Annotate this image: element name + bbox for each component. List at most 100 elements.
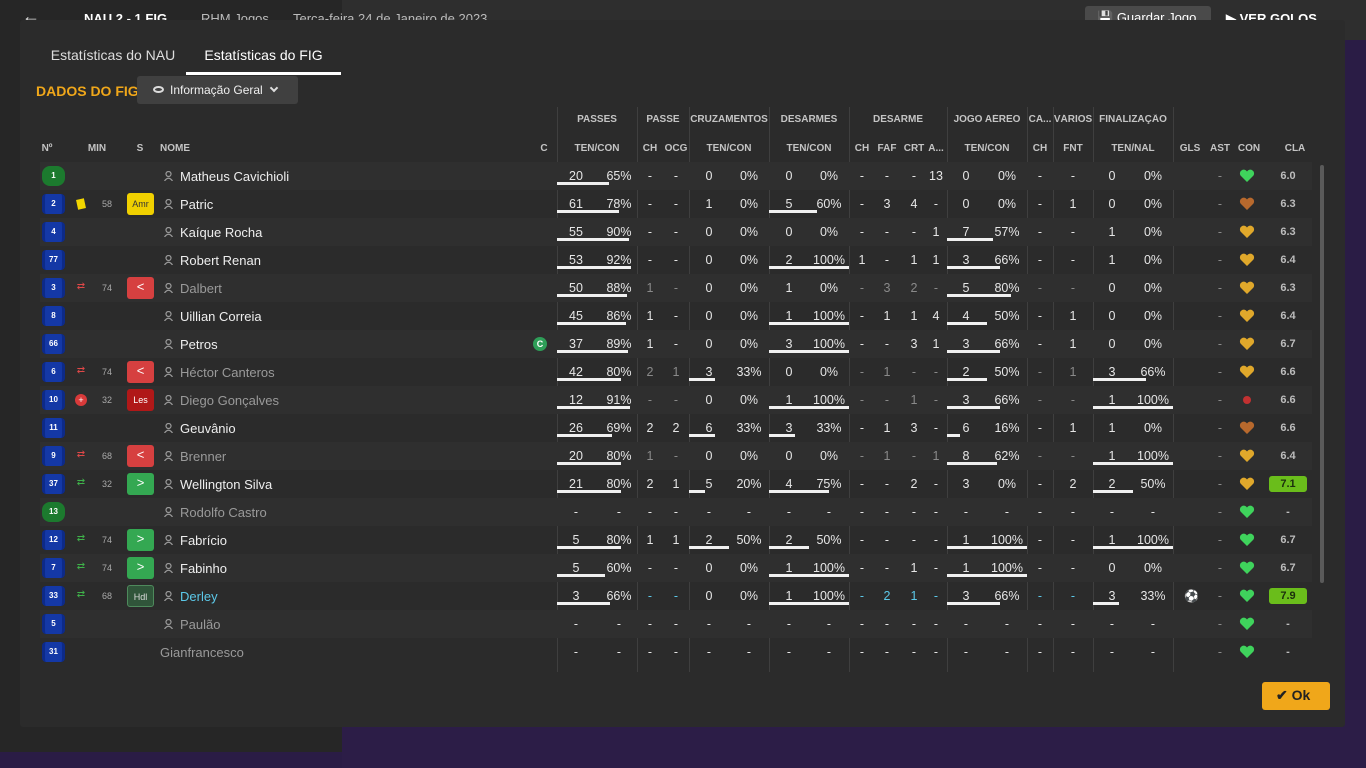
status-badge[interactable]: < [127,277,154,299]
player-profile-icon[interactable] [164,199,173,209]
player-name[interactable]: Matheus Cavichioli [180,169,289,184]
status-badge[interactable]: Hdl [127,585,154,607]
player-profile-icon[interactable] [164,451,173,461]
player-name[interactable]: Geuvânio [180,421,236,436]
player-name[interactable]: Uillian Correia [180,309,262,324]
player-profile-icon[interactable] [164,563,173,573]
player-name[interactable]: Petros [180,337,218,352]
column-header[interactable]: TEN/CON [557,143,637,154]
player-name[interactable]: Robert Renan [180,253,261,268]
table-row[interactable]: 6 ⇄ 74 < Héctor Canteros 42 80% 2 1 3 33% 0 0% - 1 - - 2 5… [40,358,1312,386]
table-row[interactable]: 11 Geuvânio 26 69% 2 2 6 33% 3 33% -1 3-6 16% -1 1 0% -6… [40,414,1312,442]
table-row[interactable]: 77 Robert Renan 53 92% - -0 0% 2 100% 1-1 1 3 66% - -1… [40,246,1312,274]
table-row[interactable]: 1 Matheus Cavichioli 20 65% - -0 0% 0 0% - - -13 0 0%… [40,162,1312,190]
header-attempts: 0 [962,197,970,211]
status-badge[interactable]: < [127,361,154,383]
column-header[interactable]: TEN/CON [689,143,769,154]
table-row[interactable]: 37 ⇄ 32 > Wellington Silva 21 80% 2 1 5 20% 4 75% - -2… [40,470,1312,498]
player-profile-icon[interactable] [164,423,173,433]
shirt-number-icon: 3 [42,278,65,298]
player-profile-icon[interactable] [164,255,173,265]
table-row[interactable]: 31 Gianfrancesco - - - - - - - - - - - - - - - - - - - - [40,638,1312,666]
table-row[interactable]: 4 Kaíque Rocha 55 90% - - 0 0% 0 0% - - - 1 7 57% - - 1 0% -… [40,218,1312,246]
status-badge[interactable]: > [127,557,154,579]
player-profile-icon[interactable] [164,395,173,405]
column-header[interactable]: A... [926,143,946,154]
player-name[interactable]: Gianfrancesco [160,645,244,660]
column-header[interactable]: GLS [1178,143,1202,154]
table-row[interactable]: 9 ⇄ 68 < Brenner 20 80% 1 - 0 0% 0 0% - 1 - 1 8 62% - - 1 100%… [40,442,1312,470]
table-row[interactable]: 66 Petros C 37 89% 1-0 0% 3 100% - -3 1 3 66% -1 0 0% -6.… [40,330,1312,358]
shot-accuracy: - [1150,505,1156,519]
column-header[interactable]: CH [852,143,872,154]
status-badge[interactable]: Les [127,389,154,411]
column-header[interactable]: AST [1209,143,1231,154]
status-badge[interactable]: < [127,445,154,467]
player-name[interactable]: Patric [180,197,213,212]
column-header[interactable]: OCG [662,143,690,154]
player-profile-icon[interactable] [164,591,173,601]
assists: - [1217,561,1223,575]
column-header[interactable]: TEN/NAL [1093,143,1173,154]
status-badge[interactable]: > [127,473,154,495]
player-profile-icon[interactable] [164,507,173,517]
column-header[interactable]: NOME [160,143,220,154]
header-attempts: - [963,617,969,631]
player-name[interactable]: Fabinho [180,561,227,576]
table-row[interactable]: 12 ⇄ 74 > Fabrício 5 80% 1 1 2 50% 2 50% - - - -1 100% - -1… [40,526,1312,554]
ok-button[interactable]: ✔ Ok [1262,682,1330,710]
player-name[interactable]: Héctor Canteros [180,365,275,380]
table-row[interactable]: 3 ⇄ 74 < Dalbert 50 88% 1 - 0 0% 1 0% - 3 2 - 5 80% - - 0 0% - 6… [40,274,1312,302]
player-profile-icon[interactable] [164,339,173,349]
player-name[interactable]: Brenner [180,449,226,464]
column-header[interactable]: C [536,143,552,154]
column-header[interactable]: MIN [84,143,110,154]
column-header[interactable]: TEN/CON [769,143,849,154]
column-header[interactable]: S [132,143,148,154]
tab-fig-stats[interactable]: Estatísticas do FIG [186,40,341,75]
player-profile-icon[interactable] [164,171,173,181]
player-name[interactable]: Wellington Silva [180,477,272,492]
player-profile-icon[interactable] [164,311,173,321]
column-header[interactable]: FAF [876,143,898,154]
column-header[interactable]: Nº [40,143,54,154]
player-profile-icon[interactable] [164,227,173,237]
player-name[interactable]: Fabrício [180,533,227,548]
clearances: - [933,645,939,659]
status-badge[interactable]: > [127,529,154,551]
table-row[interactable]: 8 Uillian Correia 45 86% 1-0 0% 1 100% -1 1 4 4 50% -… [40,302,1312,330]
column-header[interactable]: CLA [1282,143,1308,154]
stat-bar [689,378,715,381]
player-profile-icon[interactable] [164,479,173,489]
stat-bar [689,546,729,549]
view-dropdown[interactable]: Informação Geral [137,76,298,104]
table-row[interactable]: 7 ⇄ 74 > Fabinho 5 60% - -0 0% 1 100% - -1-1 100% - -0 0%… [40,554,1312,582]
player-profile-icon[interactable] [164,283,173,293]
player-profile-icon[interactable] [164,619,173,629]
column-header[interactable]: CH [1030,143,1050,154]
player-profile-icon[interactable] [164,367,173,377]
column-header[interactable]: CRT [902,143,926,154]
tab-nau-stats[interactable]: Estatísticas do NAU [40,40,186,75]
cross-accuracy: 33% [736,365,762,379]
column-header[interactable]: CON [1236,143,1262,154]
column-header[interactable]: CH [640,143,660,154]
player-name[interactable]: Dalbert [180,281,222,296]
column-header[interactable]: FNT [1060,143,1086,154]
player-name[interactable]: Paulão [180,617,220,632]
player-name[interactable]: Diego Gonçalves [180,393,279,408]
player-name[interactable]: Rodolfo Castro [180,505,267,520]
player-name[interactable]: Derley [180,589,218,604]
column-header[interactable]: TEN/CON [947,143,1027,154]
player-profile-icon[interactable] [164,535,173,545]
player-name[interactable]: Kaíque Rocha [180,225,262,240]
table-row[interactable]: 13 Rodolfo Castro - - - - - - - - - - - - - - - - - - - - [40,498,1312,526]
stat-bar [769,602,849,605]
table-scrollbar[interactable] [1320,165,1324,583]
table-row[interactable]: 33 ⇄ 68 Hdl Derley 3 66% - -0 0% 1 100% -2 1-3 66% - -3 3… [40,582,1312,610]
table-row[interactable]: 2 58 Amr Patric 61 78% - - 1 0% 5 60% - 3 4 - 0 0% - 1 0 0% - 6… [40,190,1312,218]
key-tackles: - [859,561,865,575]
table-row[interactable]: 10 +32 Les Diego Gonçalves 12 91% - -0 0% 1 100% - -… [40,386,1312,414]
status-badge[interactable]: Amr [127,193,154,215]
table-row[interactable]: 5 Paulão - - - - - - - - - - - - - - - - - - - - [40,610,1312,638]
